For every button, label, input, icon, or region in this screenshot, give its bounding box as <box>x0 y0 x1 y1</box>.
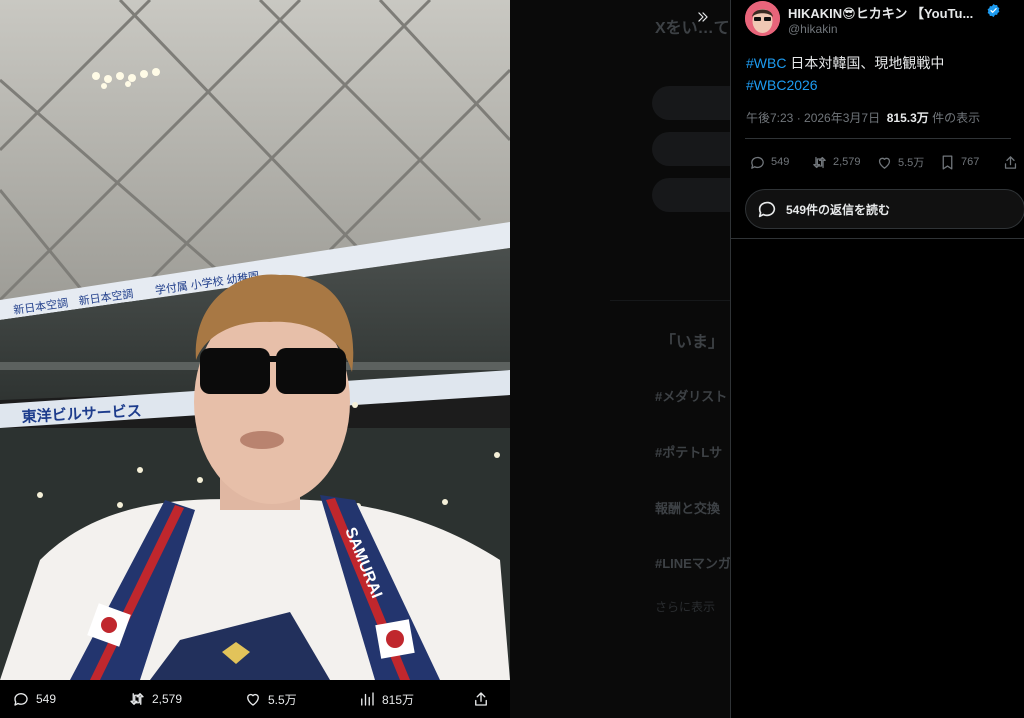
bookmark-count: 767 <box>961 156 980 168</box>
like-button[interactable]: 5.5万 <box>876 152 924 172</box>
read-replies-label: 549件の返信を読む <box>786 202 891 217</box>
verified-badge-icon <box>987 3 1000 18</box>
expand-panel-button[interactable] <box>690 6 716 28</box>
repost-arrows-icon <box>130 693 144 705</box>
media-reply-count: 549 <box>36 692 57 706</box>
tweet-detail-panel: HIKAKIN😎ヒカキン 【YouTu... @hikakin #WBC 日本対… <box>730 0 1024 718</box>
bookmark-button[interactable]: 767 <box>939 152 979 172</box>
backdrop-trend-item: 報酬と交換 <box>655 501 721 516</box>
heart-icon <box>878 157 891 169</box>
backdrop-pill <box>652 178 730 212</box>
media-like-button[interactable]: 5.5万 <box>244 680 297 718</box>
tweet-photo[interactable]: 新日本空調 新日本空調 学付属 小学校 幼稚園 東洋ビルサービス SAMURAI <box>0 0 510 680</box>
media-reply-button[interactable]: 549 <box>12 680 56 718</box>
backdrop-trend-item: #ポテトLサ <box>655 445 723 460</box>
media-views-button[interactable]: 815万 <box>358 680 414 718</box>
stats-divider <box>745 138 1011 139</box>
repost-count: 2,579 <box>833 156 861 168</box>
panel-divider <box>731 238 1024 239</box>
backdrop-divider <box>610 300 730 301</box>
repost-button[interactable]: 2,579 <box>811 152 861 172</box>
media-like-count: 5.5万 <box>268 692 297 707</box>
author-display-name[interactable]: HIKAKIN😎ヒカキン 【YouTu... <box>788 3 973 22</box>
media-share-button[interactable] <box>472 680 490 718</box>
backdrop-trending-title: 「いま」 <box>660 334 725 351</box>
tweet-text: #WBC 日本対韓国、現地観戦中 #WBC2026 <box>746 52 1016 96</box>
backdrop-trend-item: #LINEマンガ <box>655 556 730 571</box>
double-chevron-right-icon <box>698 12 708 22</box>
media-action-bar: 549 2,579 5.5万 815万 <box>0 680 510 718</box>
backdrop-trend-item: #メダリスト <box>655 389 728 404</box>
bookmark-icon <box>942 154 953 170</box>
bar-chart-icon <box>361 692 374 706</box>
author-handle[interactable]: @hikakin <box>788 22 838 36</box>
tweet-body-text: 日本対韓国、現地観戦中 <box>786 55 945 71</box>
dimmed-timeline-backdrop: Xをい…て 「いま」 #メダリスト #ポテトLサ 報酬と交換 #LINEマンガ … <box>510 0 730 718</box>
backdrop-show-more: さらに表示 <box>655 600 716 614</box>
read-replies-button[interactable]: 549件の返信を読む <box>745 189 1024 229</box>
tweet-date[interactable]: 2026年3月7日 <box>804 111 880 125</box>
share-upload-icon <box>1004 155 1017 169</box>
speech-bubble-icon <box>751 156 764 169</box>
speech-bubble-icon <box>758 201 776 218</box>
media-views-count: 815万 <box>382 692 415 707</box>
heart-icon <box>247 693 259 706</box>
backdrop-pill <box>652 86 730 120</box>
repost-arrows-icon <box>813 156 826 168</box>
tweet-time[interactable]: 午後7:23 <box>746 111 793 125</box>
media-viewer: 新日本空調 新日本空調 学付属 小学校 幼稚園 東洋ビルサービス SAMURAI <box>0 0 510 718</box>
meta-separator: · <box>793 111 805 125</box>
reply-button[interactable]: 549 <box>749 152 789 172</box>
avatar[interactable] <box>745 1 780 36</box>
like-count: 5.5万 <box>898 157 925 169</box>
views-label: 件の表示 <box>928 111 981 125</box>
media-repost-count: 2,579 <box>152 692 183 706</box>
views-count: 815.3万 <box>886 111 929 125</box>
share-upload-icon <box>475 692 487 706</box>
speech-bubble-icon <box>14 693 28 706</box>
backdrop-pill <box>652 132 730 166</box>
reply-count: 549 <box>771 156 790 168</box>
media-repost-button[interactable]: 2,579 <box>128 680 182 718</box>
share-button[interactable] <box>1002 152 1019 172</box>
avatar-image <box>745 1 780 36</box>
tweet-meta: 午後7:23 · 2026年3月7日 815.3万 件の表示 <box>746 109 980 126</box>
hashtag-link[interactable]: #WBC2026 <box>746 77 818 93</box>
hashtag-link[interactable]: #WBC <box>746 55 786 71</box>
